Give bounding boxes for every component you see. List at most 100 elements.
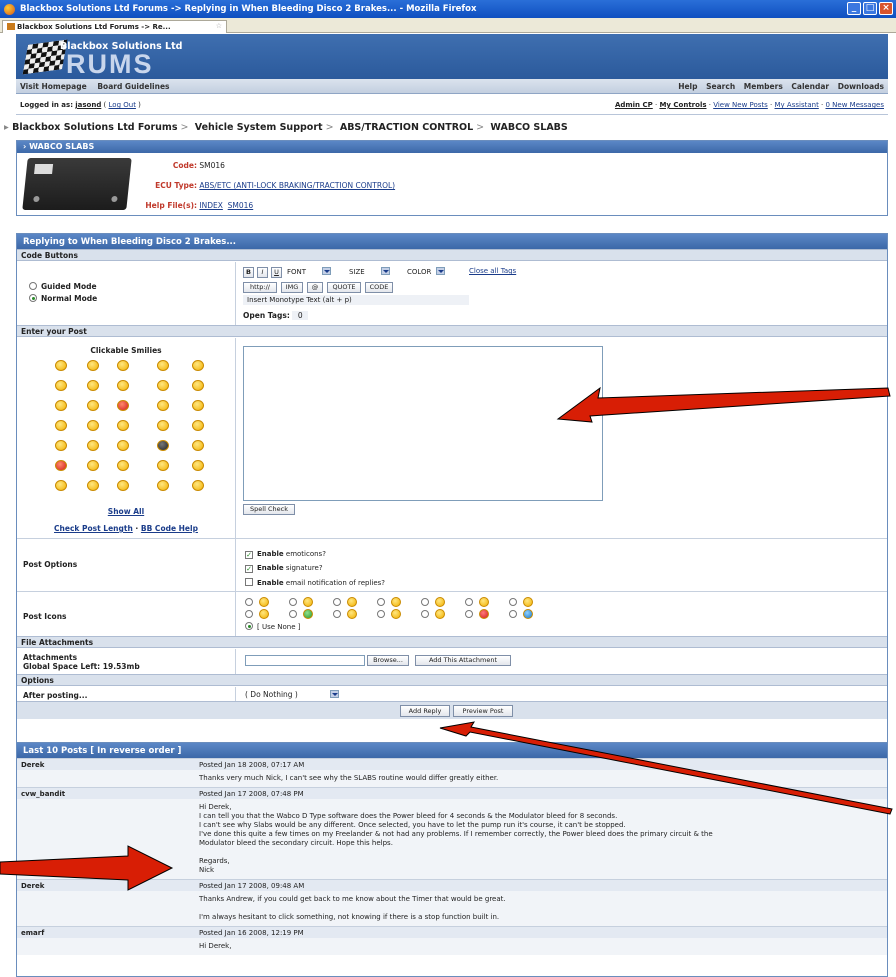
smiley-icon[interactable] (55, 480, 67, 491)
smiley-icon[interactable] (55, 360, 67, 371)
img-button[interactable]: IMG (281, 282, 303, 293)
close-all-tags-link[interactable]: Close all Tags (469, 267, 516, 278)
option-signature[interactable]: ✓ Enable signature? (245, 564, 323, 573)
view-new-posts-link[interactable]: View New Posts (713, 101, 768, 109)
post-icon[interactable] (435, 609, 445, 619)
post-icon-radio[interactable] (509, 598, 517, 606)
smiley-icon[interactable] (87, 420, 99, 431)
nav-board-guidelines[interactable]: Board Guidelines (97, 82, 169, 91)
smiley-icon[interactable] (192, 440, 204, 451)
post-icon[interactable] (391, 597, 401, 607)
post-author[interactable]: Derek (21, 761, 44, 769)
post-icon[interactable] (303, 609, 313, 619)
add-attachment-button[interactable]: Add This Attachment (415, 655, 511, 666)
post-icon-radio[interactable] (465, 610, 473, 618)
nav-members[interactable]: Members (744, 82, 783, 91)
post-icon-radio[interactable] (333, 598, 341, 606)
smiley-icon[interactable] (117, 380, 129, 391)
post-icon-radio[interactable] (289, 598, 297, 606)
post-icon-radio[interactable] (421, 610, 429, 618)
after-posting-select[interactable]: ( Do Nothing ) (245, 690, 340, 701)
quote-button[interactable]: QUOTE (327, 282, 361, 293)
smiley-icon[interactable] (87, 480, 99, 491)
post-icon[interactable] (259, 597, 269, 607)
smiley-icon[interactable] (87, 360, 99, 371)
my-controls-link[interactable]: My Controls (659, 101, 706, 109)
smiley-icon[interactable] (192, 400, 204, 411)
option-emoticons[interactable]: ✓ Enable emoticons? (245, 550, 326, 559)
post-icon-radio[interactable] (245, 610, 253, 618)
maximize-button[interactable]: □ (863, 2, 877, 15)
http-button[interactable]: http:// (243, 282, 277, 293)
nav-search[interactable]: Search (706, 82, 735, 91)
post-icon[interactable] (479, 597, 489, 607)
code-button[interactable]: CODE (365, 282, 393, 293)
use-none-radio[interactable] (245, 622, 253, 630)
bbcode-help-link[interactable]: BB Code Help (141, 524, 198, 533)
smiley-icon[interactable] (55, 420, 67, 431)
new-messages-link[interactable]: 0 New Messages (826, 101, 885, 109)
post-textarea[interactable] (243, 346, 603, 501)
smiley-icon[interactable] (87, 400, 99, 411)
option-email-notify[interactable]: Enable email notification of replies? (245, 578, 385, 587)
smiley-icon[interactable] (157, 420, 169, 431)
post-icon[interactable] (523, 597, 533, 607)
smiley-icon[interactable] (117, 440, 129, 451)
close-button[interactable]: × (879, 2, 893, 15)
post-icon-radio[interactable] (333, 610, 341, 618)
help-index-link[interactable]: INDEX (199, 201, 222, 210)
post-icon-radio[interactable] (377, 598, 385, 606)
post-author[interactable]: emarf (21, 929, 44, 937)
email-button[interactable]: @ (307, 282, 323, 293)
attachment-file-input[interactable] (245, 655, 365, 666)
smiley-icon[interactable] (117, 400, 129, 411)
post-icon[interactable] (347, 597, 357, 607)
post-icon[interactable] (303, 597, 313, 607)
font-select[interactable]: FONT (287, 267, 332, 278)
minimize-button[interactable]: _ (847, 2, 861, 15)
normal-mode-radio[interactable] (29, 294, 37, 302)
tab-close-icon[interactable]: ☆ (216, 22, 222, 30)
underline-button[interactable]: U (271, 267, 282, 278)
post-author[interactable]: cvw_bandit (21, 790, 65, 798)
post-icon-radio[interactable] (421, 598, 429, 606)
browse-button[interactable]: Browse... (367, 655, 409, 666)
ecu-type-link[interactable]: ABS/ETC (ANTI-LOCK BRAKING/TRACTION CONT… (199, 181, 395, 190)
smiley-icon[interactable] (157, 400, 169, 411)
smiley-icon[interactable] (117, 420, 129, 431)
italic-button[interactable]: I (257, 267, 268, 278)
my-assistant-link[interactable]: My Assistant (775, 101, 819, 109)
forum-logo[interactable]: Blackbox Solutions Ltd RUMS (22, 38, 232, 78)
smiley-icon[interactable] (157, 380, 169, 391)
browser-tab[interactable]: Blackbox Solutions Ltd Forums -> Re... ☆ (2, 20, 227, 33)
guided-mode-option[interactable]: Guided Mode (29, 282, 97, 291)
use-none-option[interactable]: [ Use None ] (245, 622, 300, 631)
check-post-length-link[interactable]: Check Post Length (54, 524, 133, 533)
nav-downloads[interactable]: Downloads (838, 82, 884, 91)
post-icon[interactable] (259, 609, 269, 619)
breadcrumb-vehicle-support[interactable]: Vehicle System Support (195, 122, 323, 133)
smiley-icon[interactable] (55, 460, 67, 471)
smiley-icon[interactable] (157, 460, 169, 471)
smiley-icon[interactable] (192, 420, 204, 431)
emoticons-checkbox[interactable]: ✓ (245, 551, 253, 559)
nav-visit-homepage[interactable]: Visit Homepage (20, 82, 87, 91)
signature-checkbox[interactable]: ✓ (245, 565, 253, 573)
smiley-icon[interactable] (87, 460, 99, 471)
post-icon[interactable] (435, 597, 445, 607)
smiley-icon[interactable] (117, 480, 129, 491)
bold-button[interactable]: B (243, 267, 254, 278)
smiley-icon[interactable] (55, 400, 67, 411)
post-icon-radio[interactable] (509, 610, 517, 618)
post-icon[interactable] (523, 609, 533, 619)
smiley-icon[interactable] (157, 440, 169, 451)
email-notify-checkbox[interactable] (245, 578, 253, 586)
post-icon[interactable] (391, 609, 401, 619)
smiley-icon[interactable] (192, 460, 204, 471)
smiley-icon[interactable] (87, 380, 99, 391)
post-icon-radio[interactable] (289, 610, 297, 618)
help-sm016-link[interactable]: SM016 (228, 201, 254, 210)
nav-calendar[interactable]: Calendar (791, 82, 829, 91)
post-icon[interactable] (347, 609, 357, 619)
smiley-icon[interactable] (117, 460, 129, 471)
